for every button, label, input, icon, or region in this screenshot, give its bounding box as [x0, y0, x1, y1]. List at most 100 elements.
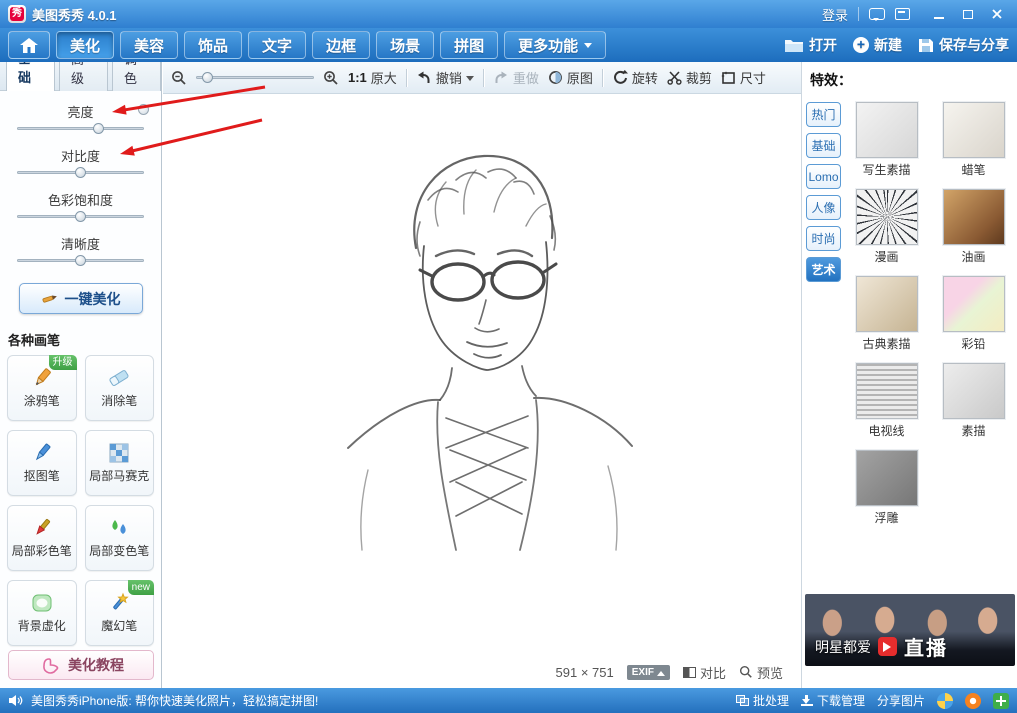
zoom-slider[interactable] — [196, 72, 314, 84]
eraser-pen-button[interactable]: 消除笔 — [85, 355, 155, 421]
effect-thumbnail[interactable] — [856, 189, 918, 245]
app-title: 美图秀秀 4.0.1 — [32, 5, 117, 24]
doodle-pen-button[interactable]: 升级 涂鸦笔 — [7, 355, 77, 421]
contrast-slider[interactable] — [17, 167, 144, 179]
crop-button[interactable]: 裁剪 — [667, 68, 712, 87]
effect-emboss[interactable]: 浮雕 — [846, 450, 927, 526]
effect-label: 漫画 — [874, 248, 898, 265]
effect-crayon[interactable]: 蜡笔 — [933, 102, 1014, 178]
tab-more-features[interactable]: 更多功能 — [504, 31, 606, 59]
tab-accessories[interactable]: 饰品 — [184, 31, 242, 59]
local-recolor-pen-button[interactable]: 局部变色笔 — [85, 505, 155, 571]
message-icon[interactable] — [869, 8, 885, 20]
local-mosaic-button[interactable]: 局部马赛克 — [85, 430, 155, 496]
tab-beautify[interactable]: 美化 — [56, 31, 114, 59]
effect-sketch-life[interactable]: 写生素描 — [846, 102, 927, 178]
original-size-button[interactable]: 1:1 原大 — [348, 68, 397, 87]
minimize-button[interactable] — [926, 5, 951, 23]
brush-label: 抠图笔 — [24, 467, 60, 484]
preview-button[interactable]: 预览 — [739, 663, 783, 682]
tab-collage[interactable]: 拼图 — [440, 31, 498, 59]
slider-thumb[interactable] — [93, 123, 104, 134]
slider-thumb[interactable] — [202, 72, 213, 83]
effect-thumbnail[interactable] — [856, 363, 918, 419]
local-color-pen-button[interactable]: 局部彩色笔 — [7, 505, 77, 571]
slider-thumb[interactable] — [75, 211, 86, 222]
download-manager-button[interactable]: 下载管理 — [801, 692, 865, 709]
saturation-slider[interactable] — [17, 211, 144, 223]
slider-thumb[interactable] — [75, 167, 86, 178]
magnifier-icon — [739, 665, 753, 679]
save-share-button[interactable]: 保存与分享 — [918, 35, 1009, 55]
beautify-tutorial-button[interactable]: 美化教程 — [8, 650, 154, 680]
close-button[interactable] — [984, 5, 1009, 23]
category-hot[interactable]: 热门 — [806, 102, 841, 127]
original-image-icon — [548, 70, 563, 85]
pinwheel-app-icon[interactable] — [937, 693, 953, 709]
brushes-header: 各种画笔 — [8, 330, 161, 349]
tab-frames[interactable]: 边框 — [312, 31, 370, 59]
brightness-slider[interactable] — [17, 123, 144, 135]
rotate-icon — [612, 70, 628, 85]
add-app-icon[interactable] — [993, 693, 1009, 709]
redo-button[interactable]: 重做 — [493, 68, 539, 87]
one-click-beautify-button[interactable]: 一键美化 — [19, 283, 143, 314]
status-message[interactable]: 美图秀秀iPhone版: 帮你快速美化照片，轻松搞定拼图! — [31, 692, 318, 709]
effect-oil-painting[interactable]: 油画 — [933, 189, 1014, 265]
crop-label: 裁剪 — [686, 68, 712, 87]
slider-track — [17, 127, 144, 130]
effect-thumbnail[interactable] — [856, 450, 918, 506]
cutout-pen-icon — [30, 442, 54, 464]
maximize-button[interactable] — [955, 5, 980, 23]
batch-process-button[interactable]: 批处理 — [736, 692, 789, 709]
effect-classic-sketch[interactable]: 古典素描 — [846, 276, 927, 352]
show-original-button[interactable]: 原图 — [548, 68, 593, 87]
effect-categories: 热门 基础 Lomo 人像 时尚 艺术 — [806, 102, 841, 282]
category-art[interactable]: 艺术 — [806, 257, 841, 282]
effect-thumbnail[interactable] — [856, 102, 918, 158]
effect-thumbnail[interactable] — [943, 189, 1005, 245]
effect-sketch[interactable]: 素描 — [933, 363, 1014, 439]
feedback-window-icon[interactable] — [895, 8, 910, 20]
effect-thumbnail[interactable] — [943, 363, 1005, 419]
brush-label: 局部彩色笔 — [12, 542, 72, 559]
home-button[interactable] — [8, 31, 50, 59]
plus-icon: + — [853, 37, 869, 53]
compare-button[interactable]: 对比 — [683, 663, 726, 682]
effect-color-pencil[interactable]: 彩铅 — [933, 276, 1014, 352]
clarity-slider[interactable] — [17, 255, 144, 267]
photo-canvas[interactable] — [288, 130, 668, 615]
category-basic[interactable]: 基础 — [806, 133, 841, 158]
tab-text[interactable]: 文字 — [248, 31, 306, 59]
effect-thumbnail[interactable] — [943, 276, 1005, 332]
open-button[interactable]: 打开 — [784, 35, 837, 55]
adjust-tabs: 基础 高级 调色 — [0, 62, 161, 91]
orange-circle-app-icon[interactable] — [965, 693, 981, 709]
effect-thumbnail[interactable] — [943, 102, 1005, 158]
reset-icon[interactable] — [138, 104, 149, 115]
tab-beauty[interactable]: 美容 — [120, 31, 178, 59]
zoom-out-icon[interactable] — [171, 70, 187, 86]
ad-banner[interactable]: 明星都爱 直播 — [805, 594, 1015, 666]
share-image-button[interactable]: 分享图片 — [877, 692, 925, 709]
magic-pen-button[interactable]: new 魔幻笔 — [85, 580, 155, 646]
slider-thumb[interactable] — [75, 255, 86, 266]
download-label: 下载管理 — [817, 692, 865, 709]
zoom-in-icon[interactable] — [323, 70, 339, 86]
category-portrait[interactable]: 人像 — [806, 195, 841, 220]
effect-thumbnail[interactable] — [856, 276, 918, 332]
undo-button[interactable]: 撤销 — [416, 68, 474, 87]
rotate-button[interactable]: 旋转 — [612, 68, 658, 87]
exif-badge[interactable]: EXIF — [627, 665, 670, 680]
category-fashion[interactable]: 时尚 — [806, 226, 841, 251]
login-link[interactable]: 登录 — [822, 5, 848, 24]
new-button[interactable]: + 新建 — [853, 35, 902, 55]
effect-comic[interactable]: 漫画 — [846, 189, 927, 265]
effect-tv-lines[interactable]: 电视线 — [846, 363, 927, 439]
tab-scenes[interactable]: 场景 — [376, 31, 434, 59]
resize-button[interactable]: 尺寸 — [721, 68, 766, 87]
background-blur-button[interactable]: 背景虚化 — [7, 580, 77, 646]
category-lomo[interactable]: Lomo — [806, 164, 841, 189]
cutout-pen-button[interactable]: 抠图笔 — [7, 430, 77, 496]
speaker-icon — [8, 694, 24, 707]
